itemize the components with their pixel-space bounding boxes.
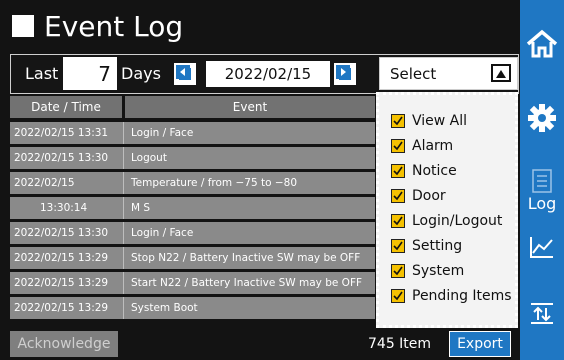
option-label: Notice <box>412 163 457 179</box>
cell-datetime: 2022/02/15 13:29 <box>14 302 109 314</box>
cell-datetime: 2022/02/15 13:31 <box>14 127 109 139</box>
column-divider <box>123 222 124 244</box>
cell-event: Stop N22 / Battery Inactive SW may be OF… <box>131 252 361 264</box>
cell-event: Login / Face <box>131 127 194 139</box>
chart-icon <box>530 237 553 258</box>
cell-event: Temperature / from −75 to −80 <box>131 177 298 189</box>
triangle-up-icon <box>496 70 506 78</box>
option-alarm[interactable]: Alarm <box>391 134 453 158</box>
checkbox-checked-icon[interactable] <box>391 289 405 303</box>
cell-datetime: 2022/02/15 13:29 <box>14 277 109 289</box>
checkbox-checked-icon[interactable] <box>391 139 405 153</box>
select-label: Select <box>390 65 437 83</box>
column-divider <box>123 197 124 219</box>
log-list-icon <box>532 168 552 193</box>
table-row[interactable]: 2022/02/15 13:30 Login / Face <box>10 222 375 244</box>
nav-log[interactable]: Log <box>520 164 564 216</box>
table-row[interactable]: 2022/02/15 13:29 System Boot <box>10 297 375 319</box>
checkbox-checked-icon[interactable] <box>391 114 405 128</box>
table-row[interactable]: 2022/02/15 13:29 Stop N22 / Battery Inac… <box>10 247 375 269</box>
column-divider <box>123 297 124 319</box>
event-type-select[interactable]: Select <box>379 57 518 90</box>
column-divider <box>123 247 124 269</box>
option-setting[interactable]: Setting <box>391 234 462 258</box>
event-log-screen: Event Log Last 7 Days 2022/02/15 Select <box>0 0 564 360</box>
page-title: Event Log <box>6 8 183 44</box>
prev-date-button[interactable] <box>174 63 196 85</box>
next-date-button[interactable] <box>334 63 356 85</box>
option-view-all[interactable]: View All <box>391 109 467 133</box>
option-label: Pending Items <box>412 288 512 304</box>
option-notice[interactable]: Notice <box>391 159 457 183</box>
page-title-text: Event Log <box>44 9 184 43</box>
days-label: Days <box>121 64 161 83</box>
gear-icon <box>528 104 556 132</box>
checkbox-checked-icon[interactable] <box>391 239 405 253</box>
acknowledge-button[interactable]: Acknowledge <box>10 331 118 357</box>
event-type-dropdown: View All Alarm Notice Door Login/Logout … <box>376 92 518 328</box>
cell-event: Login / Face <box>131 227 194 239</box>
cell-event: Start N22 / Battery Inactive SW may be O… <box>131 277 363 289</box>
option-door[interactable]: Door <box>391 184 446 208</box>
option-system[interactable]: System <box>391 259 464 283</box>
option-login-logout[interactable]: Login/Logout <box>391 209 502 233</box>
option-label: View All <box>412 113 468 129</box>
option-label: System <box>412 263 465 279</box>
checkbox-checked-icon[interactable] <box>391 264 405 278</box>
cell-datetime: 2022/02/15 13:30 <box>14 152 109 164</box>
option-pending-items[interactable]: Pending Items <box>391 284 512 308</box>
checkbox-checked-icon[interactable] <box>391 189 405 203</box>
nav-home[interactable] <box>520 24 564 64</box>
checkbox-checked-icon[interactable] <box>391 214 405 228</box>
table-header: Date / Time Event <box>10 96 375 118</box>
title-square-icon <box>12 15 34 37</box>
side-nav: Log <box>520 0 564 360</box>
nav-log-label: Log <box>527 193 557 213</box>
home-icon <box>526 29 558 58</box>
transfer-icon <box>531 303 553 324</box>
nav-transfer[interactable] <box>520 296 564 330</box>
export-button[interactable]: Export <box>449 331 511 357</box>
checkbox-checked-icon[interactable] <box>391 164 405 178</box>
column-divider <box>123 272 124 294</box>
table-row[interactable]: 2022/02/15 Temperature / from −75 to −80 <box>10 172 375 194</box>
column-divider <box>123 147 124 169</box>
cell-event: Logout <box>131 152 167 164</box>
option-label: Setting <box>412 238 463 254</box>
arrow-left-icon <box>176 65 190 79</box>
date-field[interactable]: 2022/02/15 <box>206 61 330 87</box>
option-label: Door <box>412 188 446 204</box>
table-row[interactable]: 13:30:14 M S <box>10 197 375 219</box>
cell-event: System Boot <box>131 302 198 314</box>
days-input[interactable]: 7 <box>63 57 117 90</box>
cell-event: M S <box>131 202 151 214</box>
cell-datetime: 2022/02/15 13:29 <box>14 252 109 264</box>
table-row[interactable]: 2022/02/15 13:29 Start N22 / Battery Ina… <box>10 272 375 294</box>
column-divider <box>123 172 124 194</box>
column-divider <box>123 122 124 144</box>
cell-datetime: 2022/02/15 <box>14 177 75 189</box>
table-row[interactable]: 2022/02/15 13:30 Logout <box>10 147 375 169</box>
nav-chart[interactable] <box>520 230 564 264</box>
nav-settings[interactable] <box>520 98 564 138</box>
select-toggle-button[interactable] <box>491 64 511 82</box>
option-label: Alarm <box>412 138 454 154</box>
arrow-right-icon <box>336 65 350 79</box>
column-header-datetime: Date / Time <box>10 96 122 118</box>
table-row[interactable]: 2022/02/15 13:31 Login / Face <box>10 122 375 144</box>
option-label: Login/Logout <box>412 213 503 229</box>
last-label: Last <box>25 64 59 83</box>
cell-datetime: 13:30:14 <box>40 202 88 214</box>
cell-datetime: 2022/02/15 13:30 <box>14 227 109 239</box>
filter-bar: Last 7 Days 2022/02/15 Select <box>10 54 519 94</box>
column-header-event: Event <box>125 96 375 118</box>
item-count: 745 Item <box>368 336 432 352</box>
